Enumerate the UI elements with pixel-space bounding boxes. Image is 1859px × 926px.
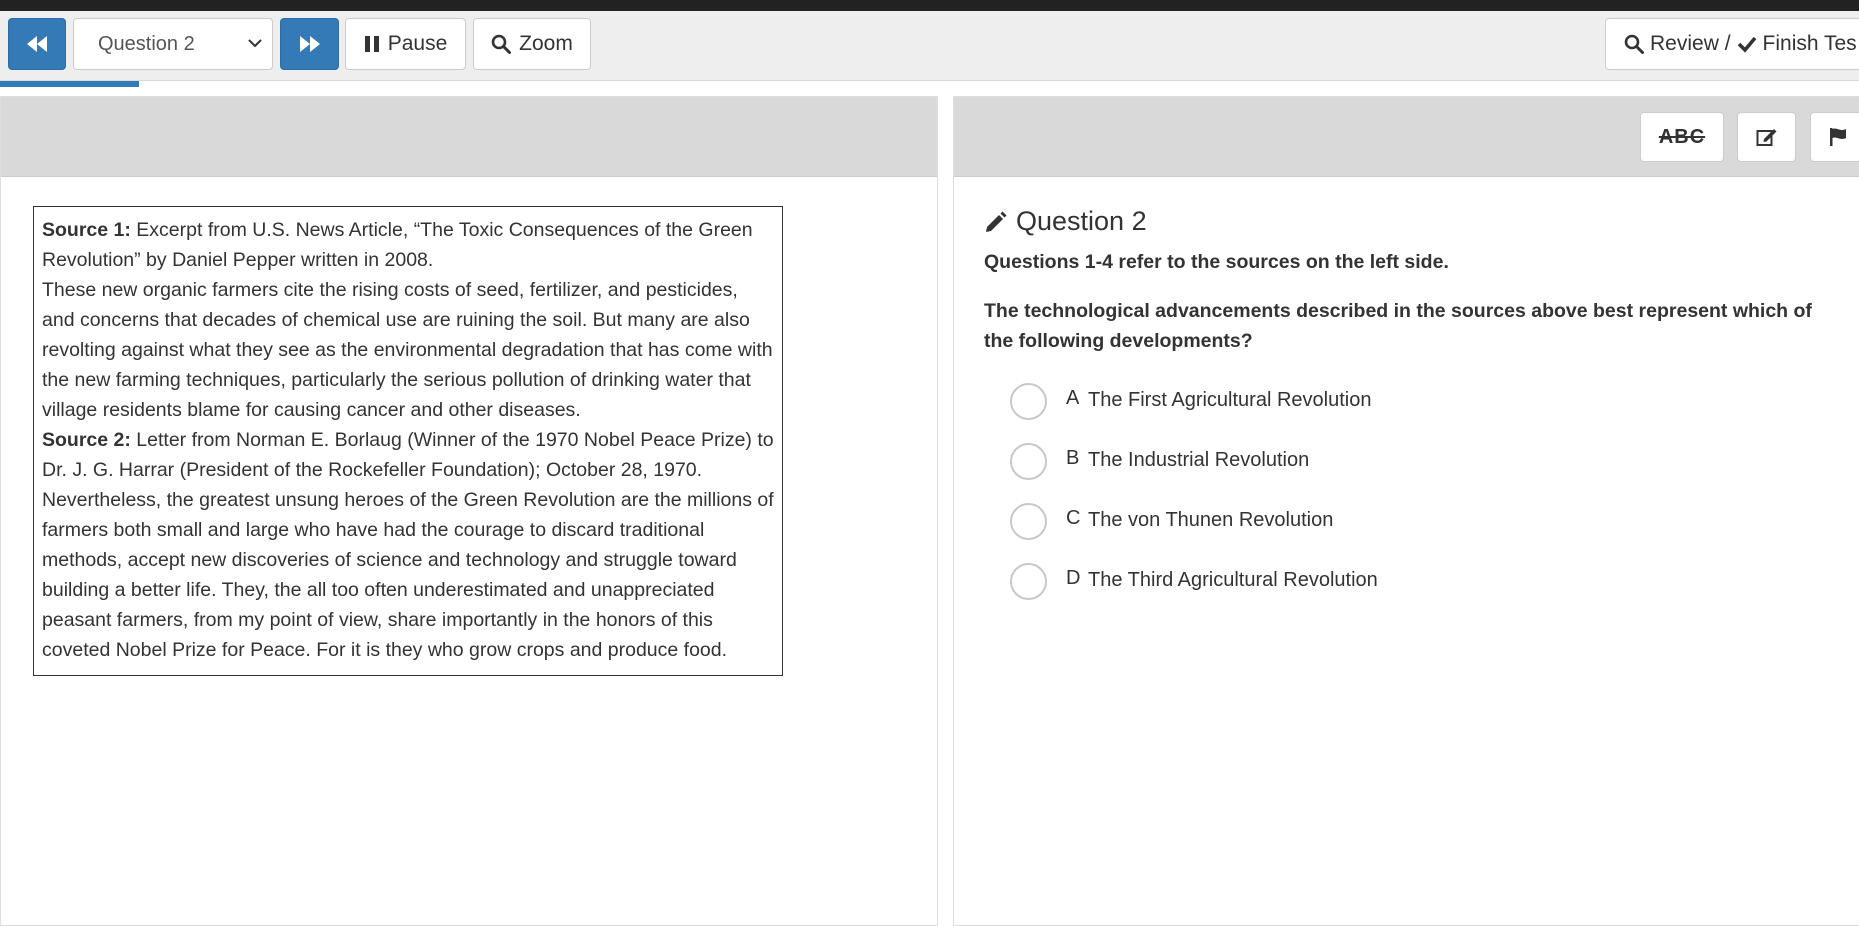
- answer-choice-c[interactable]: C The von Thunen Revolution: [1010, 501, 1333, 541]
- edit-icon: [1756, 129, 1776, 146]
- source-2-label: Source 2:: [42, 429, 131, 451]
- answer-radio[interactable]: [1010, 562, 1047, 600]
- test-toolbar: Question 2 Pause Zoom Review / Finish Te…: [0, 11, 1859, 81]
- question-stem: The technological advancements described…: [984, 300, 1812, 352]
- flag-button[interactable]: [1810, 112, 1859, 162]
- chevron-down-icon: [248, 39, 262, 48]
- pause-button[interactable]: Pause: [345, 18, 466, 70]
- top-dark-bar: [0, 0, 1859, 11]
- choice-text: The Third Agricultural Revolution: [1088, 569, 1378, 591]
- choice-letter: B: [1066, 447, 1080, 469]
- strikethrough-label: ABC: [1658, 125, 1706, 148]
- zoom-button[interactable]: Zoom: [473, 18, 591, 70]
- answer-radio[interactable]: [1010, 382, 1047, 420]
- review-label: Review /: [1650, 32, 1731, 55]
- question-select-value: Question 2: [98, 32, 195, 55]
- answer-choice-d[interactable]: D The Third Agricultural Revolution: [1010, 561, 1378, 601]
- strikethrough-button[interactable]: ABC: [1640, 112, 1724, 162]
- sources-panel: Source 1: Excerpt from U.S. News Article…: [0, 96, 938, 926]
- choice-letter: D: [1066, 567, 1081, 589]
- answer-choice-a[interactable]: A The First Agricultural Revolution: [1010, 381, 1371, 421]
- question-panel: ABC Question 2 Questions 1-4 refer to th…: [953, 96, 1859, 926]
- previous-question-button[interactable]: [8, 18, 66, 70]
- sources-box: Source 1: Excerpt from U.S. News Article…: [33, 206, 783, 676]
- source-2-text: Nevertheless, the greatest unsung heroes…: [42, 489, 774, 661]
- question-panel-header: ABC: [954, 97, 1859, 177]
- pause-label: Pause: [387, 32, 448, 55]
- choice-letter: C: [1066, 507, 1081, 529]
- pause-icon: [364, 36, 379, 52]
- answer-radio[interactable]: [1010, 502, 1047, 540]
- fast-backward-icon: [27, 36, 47, 52]
- choice-text: The First Agricultural Revolution: [1088, 389, 1372, 411]
- question-title: Question 2: [984, 206, 1147, 237]
- check-icon: [1737, 36, 1756, 53]
- next-question-button[interactable]: [280, 18, 339, 70]
- flag-icon: [1830, 128, 1846, 146]
- choice-letter: A: [1066, 387, 1080, 409]
- choice-text: The Industrial Revolution: [1088, 449, 1310, 471]
- pencil-icon: [986, 211, 1007, 232]
- choice-text: The von Thunen Revolution: [1088, 509, 1334, 531]
- sources-panel-header: [1, 97, 937, 177]
- search-icon: [491, 34, 512, 54]
- question-instructions: Questions 1-4 refer to the sources on th…: [984, 251, 1449, 273]
- finish-test-label: Finish Tes: [1762, 32, 1857, 55]
- question-title-text: Question 2: [1016, 206, 1147, 236]
- source-2-citation: Letter from Norman E. Borlaug (Winner of…: [42, 429, 774, 481]
- search-icon: [1624, 34, 1644, 54]
- source-1: Source 1: Excerpt from U.S. News Article…: [42, 215, 774, 275]
- source-1-label: Source 1:: [42, 219, 131, 241]
- question-select[interactable]: Question 2: [73, 18, 273, 70]
- fast-forward-icon: [299, 36, 320, 52]
- answer-radio[interactable]: [1010, 442, 1047, 480]
- source-2: Source 2: Letter from Norman E. Borlaug …: [42, 425, 774, 485]
- source-1-text: These new organic farmers cite the risin…: [42, 279, 773, 421]
- answer-choice-b[interactable]: B The Industrial Revolution: [1010, 441, 1309, 481]
- source-1-citation: Excerpt from U.S. News Article, “The Tox…: [42, 219, 753, 271]
- review-finish-button[interactable]: Review / Finish Tes: [1605, 18, 1859, 70]
- zoom-label: Zoom: [519, 32, 573, 55]
- notes-button[interactable]: [1737, 112, 1796, 162]
- test-progress-bar: [0, 81, 140, 87]
